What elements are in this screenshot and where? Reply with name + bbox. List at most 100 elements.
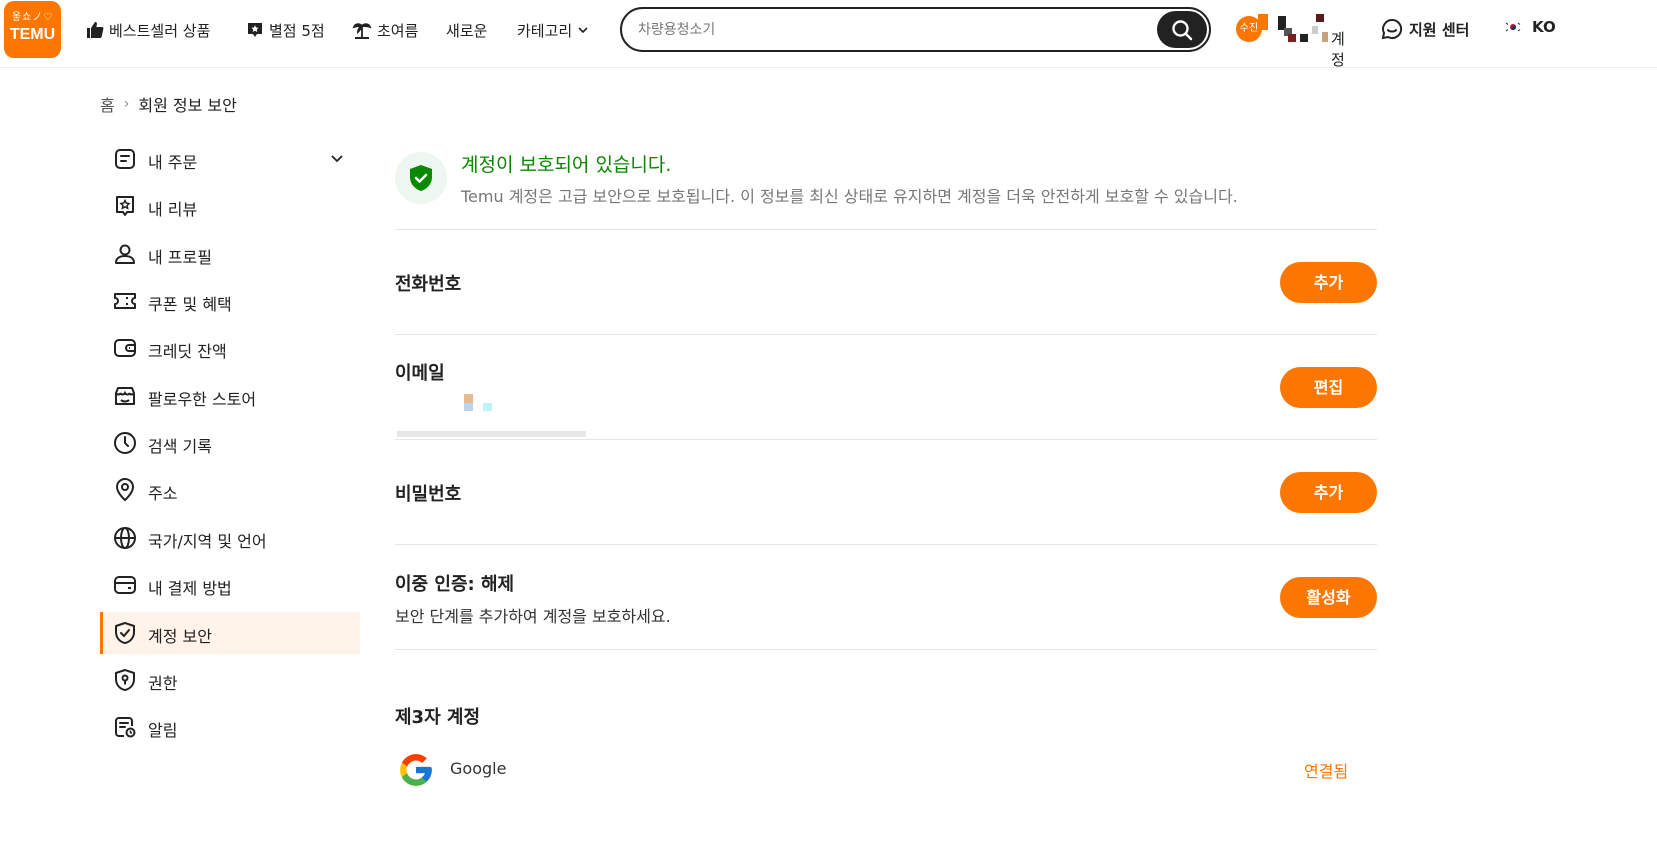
sidebar-item-label: 내 리뷰 (148, 200, 198, 219)
redacted-email (397, 431, 586, 437)
notification-icon (115, 717, 136, 738)
email-title: 이메일 (395, 363, 445, 384)
sidebar-item-label: 내 프로필 (148, 248, 212, 267)
sidebar-item-profile[interactable]: 내 프로필 (100, 233, 360, 275)
breadcrumb-separator: › (123, 96, 130, 112)
nav-new[interactable]: 새로운 (446, 18, 487, 42)
chat-smile-icon (1381, 18, 1403, 40)
sidebar-item-label: 주소 (148, 484, 178, 503)
chevron-down-icon[interactable] (330, 153, 344, 165)
sidebar-item-followed-stores[interactable]: 팔로우한 스토어 (100, 375, 360, 417)
logo-marks: 옿쇼ノ♡ (11, 12, 54, 23)
sidebar-item-label: 계정 보안 (148, 627, 212, 646)
sidebar-item-label: 내 결제 방법 (148, 579, 232, 598)
nav-new-label: 새로운 (446, 21, 488, 40)
sidebar-item-coupons[interactable]: 쿠폰 및 혜택 (100, 280, 360, 322)
sidebar-item-label: 검색 기록 (148, 437, 212, 456)
sidebar-item-country-language[interactable]: 국가/지역 및 언어 (100, 517, 360, 559)
nav-five-star[interactable]: 별점 5점 (246, 18, 325, 42)
sidebar-item-notifications[interactable]: 알림 (100, 706, 360, 748)
google-connected-status[interactable]: 연결됨 (1304, 758, 1348, 782)
shield-check-icon (115, 622, 135, 644)
redacted-email (483, 403, 492, 411)
search-button[interactable] (1157, 11, 1207, 48)
profile-icon (115, 244, 135, 264)
two-factor-title: 이중 인증: 해제 (395, 574, 515, 595)
edit-email-button[interactable]: 편집 (1280, 367, 1377, 408)
sidebar-item-label: 크레딧 잔액 (148, 342, 227, 361)
language-label: KO (1532, 18, 1556, 36)
sidebar-item-account-security[interactable]: 계정 보안 (100, 612, 360, 654)
review-icon (116, 196, 134, 216)
divider (395, 649, 1377, 650)
divider (395, 544, 1377, 545)
sidebar-item-permissions[interactable]: 권한 (100, 659, 360, 701)
nav-bestseller-label: 베스트셀러 상품 (109, 21, 211, 40)
breadcrumb: 홈 › 회원 정보 보안 (100, 92, 237, 116)
nav-summer[interactable]: 초여름 (352, 18, 418, 42)
security-status-desc: Temu 계정은 고급 보안으로 보호됩니다. 이 정보를 최신 상태로 유지하… (461, 187, 1238, 206)
sidebar-item-search-history[interactable]: 검색 기록 (100, 422, 360, 464)
phone-title: 전화번호 (395, 274, 462, 295)
sidebar-item-label: 알림 (148, 721, 178, 740)
google-account-name: Google (450, 759, 507, 778)
google-icon (400, 754, 432, 786)
sidebar-item-address[interactable]: 주소 (100, 469, 360, 511)
sidebar-item-credit[interactable]: 크레딧 잔액 (100, 327, 360, 369)
password-title: 비밀번호 (395, 484, 462, 505)
divider (395, 334, 1377, 335)
globe-icon (114, 527, 136, 549)
nav-summer-label: 초여름 (377, 21, 419, 40)
support-center[interactable]: 지원 센터 (1381, 18, 1469, 40)
sidebar-item-orders[interactable]: 내 주문 (100, 138, 360, 180)
nav-bestseller[interactable]: 베스트셀러 상품 (86, 18, 210, 42)
sidebar-item-label: 팔로우한 스토어 (148, 390, 257, 409)
security-status-badge (395, 152, 447, 204)
nav-five-star-label: 별점 5점 (269, 21, 325, 40)
sidebar-item-label: 내 주문 (148, 153, 198, 172)
divider (395, 439, 1377, 440)
sidebar-item-reviews[interactable]: 내 리뷰 (100, 185, 360, 227)
security-status-title: 계정이 보호되어 있습니다. (461, 154, 672, 176)
redacted-block (1322, 32, 1328, 42)
search-icon (1172, 19, 1193, 40)
chevron-down-icon (578, 27, 588, 34)
wallet-icon (114, 339, 136, 357)
sidebar-item-label: 국가/지역 및 언어 (148, 532, 267, 551)
shield-check-icon (410, 165, 432, 191)
breadcrumb-current: 회원 정보 보안 (138, 96, 237, 115)
redacted-block (1258, 14, 1268, 30)
redacted-email (464, 403, 473, 411)
sidebar-item-label: 권한 (148, 674, 178, 693)
enable-two-factor-button[interactable]: 활성화 (1280, 577, 1377, 618)
nav-category[interactable]: 카테고리 (517, 18, 589, 42)
clock-icon (114, 432, 136, 454)
divider (395, 229, 1377, 230)
coupon-icon (114, 293, 136, 309)
redacted-email (464, 394, 473, 403)
star-badge-icon (248, 23, 262, 37)
account-menu[interactable]: 수진 계정 (1236, 14, 1356, 69)
add-password-button[interactable]: 추가 (1280, 472, 1377, 513)
store-icon (115, 387, 135, 405)
location-icon (115, 478, 135, 502)
korea-flag-icon (1504, 21, 1522, 33)
logo-text: TEMU (9, 26, 56, 43)
sidebar-item-payment-methods[interactable]: 내 결제 방법 (100, 564, 360, 606)
temu-logo[interactable]: 옿쇼ノ♡ TEMU (4, 1, 61, 58)
language-selector[interactable]: KO (1504, 18, 1556, 36)
add-phone-button[interactable]: 추가 (1280, 262, 1377, 303)
third-party-title: 제3자 계정 (395, 707, 481, 728)
redacted-block (1316, 14, 1324, 22)
search-bar (620, 7, 1211, 52)
nav-category-label: 카테고리 (517, 21, 573, 40)
sidebar-item-label: 쿠폰 및 혜택 (148, 295, 232, 314)
breadcrumb-home[interactable]: 홈 (100, 92, 115, 116)
two-factor-desc: 보안 단계를 추가하여 계정을 보호하세요. (395, 607, 671, 626)
shield-lock-icon (115, 669, 135, 691)
redacted-block (1312, 26, 1318, 34)
search-input[interactable] (638, 18, 1148, 42)
support-label: 지원 센터 (1409, 20, 1470, 39)
order-icon (115, 149, 135, 169)
redacted-block (1288, 34, 1296, 42)
